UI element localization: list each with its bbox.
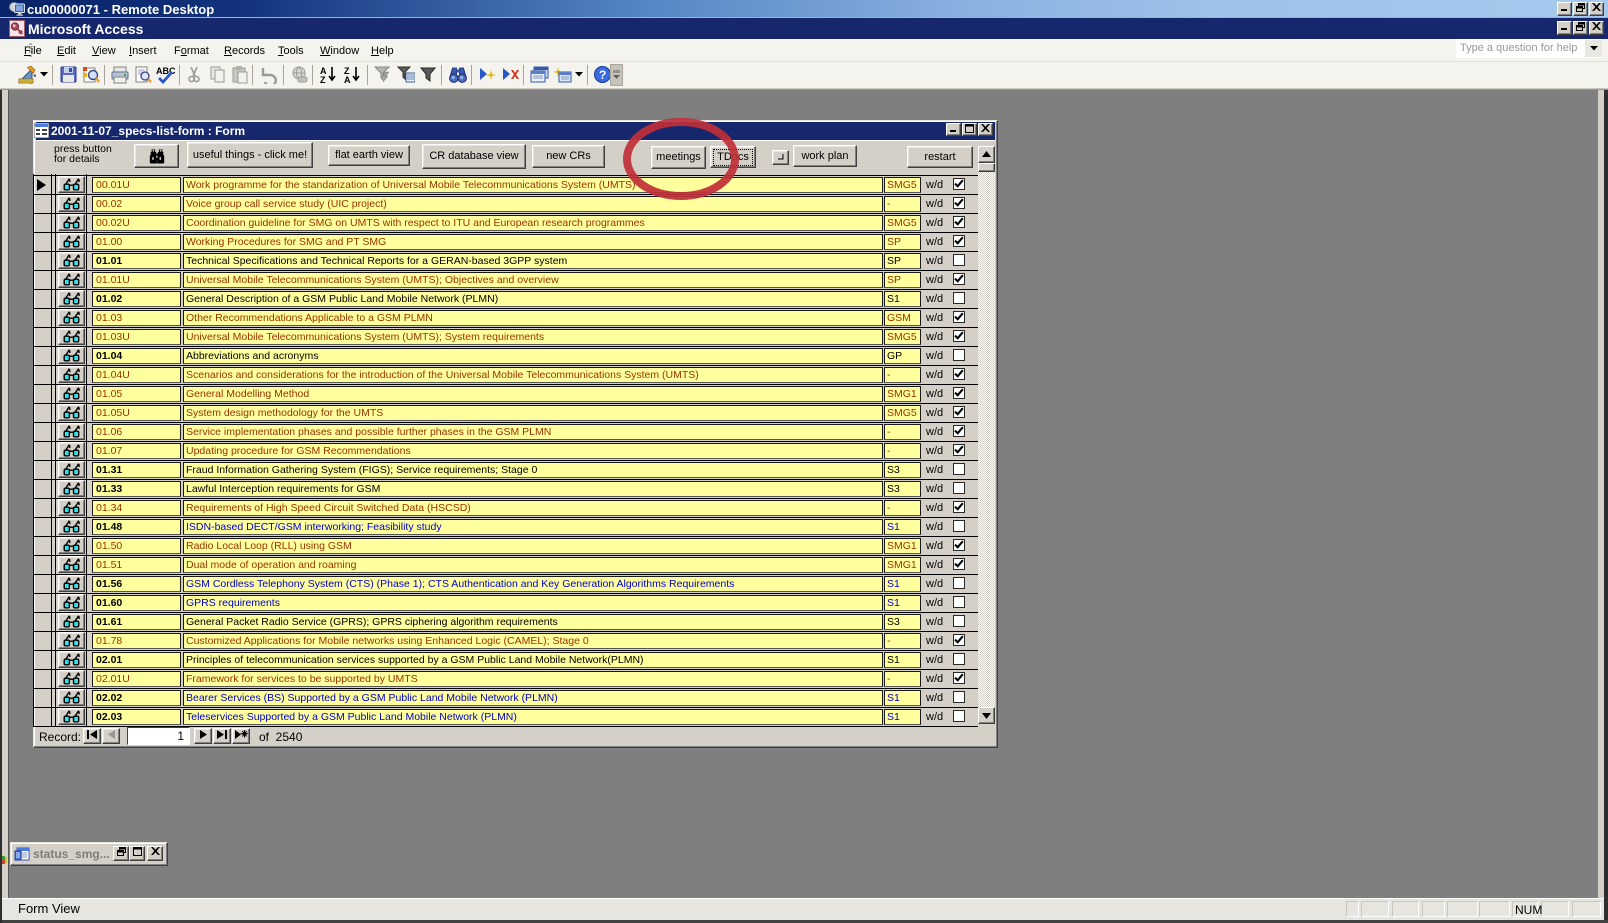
svg-text:Z: Z	[320, 75, 326, 84]
svg-text:A: A	[344, 75, 351, 84]
svg-text:?: ?	[599, 68, 606, 82]
svg-text:ABC: ABC	[156, 66, 175, 76]
